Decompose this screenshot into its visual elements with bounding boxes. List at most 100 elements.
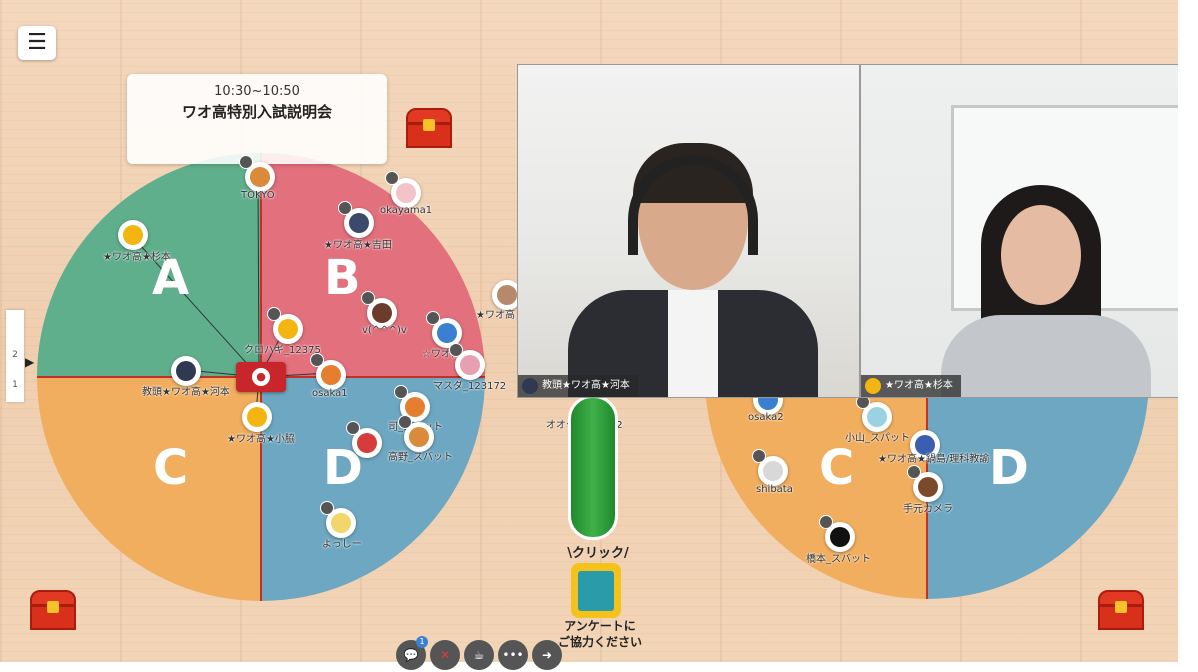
participant-name: マスダ_123172 [433, 381, 507, 392]
treasure-chest-icon[interactable] [406, 108, 452, 148]
treasure-chest-icon[interactable] [30, 590, 76, 630]
participant-avatar[interactable] [361, 291, 397, 328]
menu-button[interactable]: ☰ [18, 26, 56, 60]
zone-c [37, 377, 261, 601]
more-button[interactable]: ••• [498, 640, 528, 670]
user-avatar-icon [865, 378, 881, 394]
survey-label[interactable]: アンケートに ご協力ください [550, 618, 650, 650]
participant-avatar[interactable] [385, 171, 421, 208]
side-tab-1[interactable]: 2 [6, 340, 24, 370]
mic-muted-icon: ✕ [439, 648, 451, 662]
event-title-card: 10:30~10:50 ワオ高特別入試説明会 [127, 74, 387, 164]
participant-avatar[interactable] [449, 343, 485, 380]
exit-button[interactable]: ➜ [532, 640, 562, 670]
zone-c-right [705, 377, 927, 599]
group-hub[interactable]: ● [236, 362, 286, 392]
participant-name: ★ワオ高★鍋島/理科教諭 [878, 454, 990, 465]
video-label: ★ワオ高★杉本 [861, 375, 961, 397]
mic-muted-icon [819, 515, 833, 529]
participant-avatar[interactable] [752, 449, 788, 486]
zone-d-right [927, 377, 1149, 599]
participant-name: ★ワオ高★杉本 [103, 252, 171, 263]
event-title: ワオ高特別入試説明会 [181, 103, 332, 121]
bamboo-plant-object[interactable] [568, 395, 618, 540]
video-label: 教頭★ワオ高★河本 [518, 375, 638, 397]
video-tile-host[interactable]: 教頭★ワオ高★河本 [517, 64, 860, 398]
participant-name: ★ワオ高★吉田 [324, 240, 392, 251]
mic-muted-icon [361, 291, 375, 305]
coffee-icon: ☕ [473, 648, 485, 662]
participant-avatar[interactable] [320, 501, 356, 538]
video-tile-guest[interactable]: ★ワオ高★杉本 [860, 64, 1198, 398]
video-person-head [1001, 205, 1081, 305]
mic-muted-icon [398, 415, 412, 429]
survey-label-line2: ご協力ください [557, 635, 642, 649]
participant-name: 小山_スパット [845, 433, 910, 444]
participant-name: ★ワオ高★小脇 [227, 434, 295, 445]
mic-muted-icon [267, 307, 281, 321]
survey-label-line1: アンケートに [564, 619, 636, 633]
mic-muted-icon [385, 171, 399, 185]
participant-avatar[interactable] [907, 465, 943, 502]
participant-name: クロハギ_12375 [244, 345, 321, 356]
mic-muted-icon [449, 343, 463, 357]
participant-avatar[interactable] [338, 201, 374, 238]
more-icon: ••• [502, 648, 524, 662]
mic-muted-icon [320, 501, 334, 515]
participant-avatar[interactable] [267, 307, 303, 344]
zone-label-c: C [153, 440, 189, 496]
participant-avatar[interactable] [171, 356, 201, 386]
side-tab-2[interactable]: 1 [6, 370, 24, 400]
participant-name: 高野_スバット [388, 452, 453, 463]
zone-label-c-right: C [819, 440, 855, 496]
side-tab-panel: 2 1 [6, 310, 24, 402]
window-edge-right [1178, 0, 1198, 670]
window-edge-bottom [0, 662, 1198, 670]
participant-name: osaka1 [312, 388, 348, 399]
zone-d [261, 377, 485, 601]
treasure-chest-icon[interactable] [1098, 590, 1144, 630]
mic-muted-icon [239, 155, 253, 169]
participant-name: okayama1 [380, 205, 433, 216]
hamburger-icon: ☰ [27, 30, 47, 55]
coffee-button[interactable]: ☕ [464, 640, 494, 670]
video-label-text: 教頭★ワオ高★河本 [542, 380, 630, 391]
participant-avatar[interactable] [819, 515, 855, 552]
mic-muted-icon [907, 465, 921, 479]
video-person-body [941, 315, 1151, 397]
chat-icon: 💬 [403, 648, 419, 662]
participant-avatar[interactable] [242, 402, 272, 432]
exit-icon: ➜ [541, 648, 553, 662]
mic-muted-icon [752, 449, 766, 463]
video-person-shirt [668, 290, 718, 397]
event-time: 10:30~10:50 [214, 84, 300, 99]
mic-muted-icon [310, 353, 324, 367]
participant-avatar[interactable] [346, 421, 382, 458]
user-avatar-icon [522, 378, 538, 394]
survey-clipboard-icon[interactable] [571, 563, 621, 618]
participant-avatar[interactable] [310, 353, 346, 390]
mic-muted-icon [426, 311, 440, 325]
mic-muted-icon [346, 421, 360, 435]
video-label-text: ★ワオ高★杉本 [885, 380, 953, 391]
group-icon: ● [252, 368, 270, 386]
participant-avatar[interactable] [239, 155, 275, 192]
participant-avatar[interactable] [118, 220, 148, 250]
zone-a [37, 153, 261, 377]
side-tab-0[interactable] [6, 310, 24, 340]
participant-name: 手元カメラ [903, 504, 953, 515]
participant-name: osaka2 [748, 412, 784, 423]
participant-name: 橋本_スバット [806, 554, 871, 565]
participant-name: 教頭★ワオ高★河本 [142, 387, 230, 398]
expand-arrow-icon[interactable]: ▶ [25, 355, 34, 369]
participant-name: shibata [756, 484, 793, 495]
zone-label-b: B [324, 250, 361, 306]
mic-muted-icon [394, 385, 408, 399]
mic-toggle-button[interactable]: ✕ [430, 640, 460, 670]
chat-button[interactable]: 💬 1 [396, 636, 428, 670]
mic-muted-icon [338, 201, 352, 215]
participant-name: TOKYO [241, 190, 275, 201]
zone-label-d-right: D [989, 440, 1029, 496]
participant-avatar[interactable] [856, 395, 892, 432]
participant-name: v(^^^)v [362, 325, 407, 336]
